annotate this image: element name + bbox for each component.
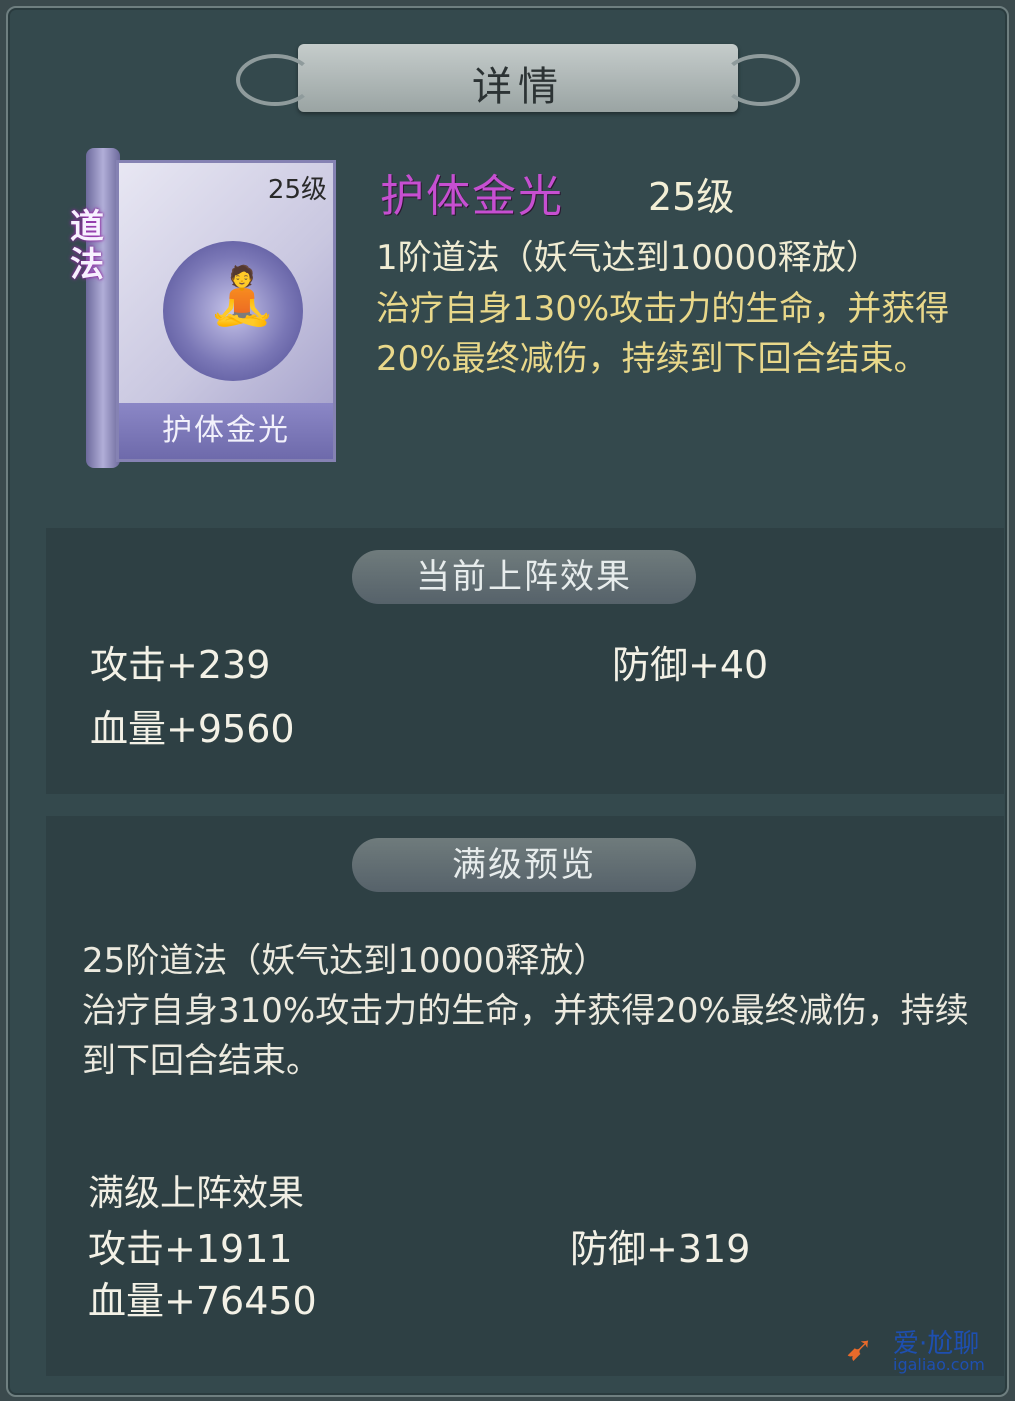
title-banner: 详情: [236, 44, 800, 112]
card-name-strip: 护体金光: [119, 403, 333, 459]
skill-level: 25级: [648, 175, 735, 219]
skill-card-art: 25级 🧘 护体金光: [116, 160, 336, 462]
current-attack: 攻击+239: [90, 643, 271, 687]
skill-type-seal: 道法: [70, 207, 104, 285]
current-effect-heading: 当前上阵效果: [352, 550, 696, 604]
cloud-ornament-right-icon: [722, 54, 800, 106]
meditating-figure-icon: 🧘: [207, 264, 277, 329]
preview-tier: 25阶道法（妖气达到10000释放）: [82, 941, 608, 981]
current-effect-section: 当前上阵效果 攻击+239 防御+40 血量+9560: [46, 528, 1004, 794]
detail-panel: 详情 25级 🧘 护体金光 道法 护体金光 25级 1阶道法（妖气达到10000…: [6, 6, 1009, 1397]
cloud-ornament-left-icon: [236, 54, 314, 106]
preview-description: 治疗自身310%攻击力的生命，并获得20%最终减伤，持续到下回合结束。: [82, 991, 969, 1081]
current-defense: 防御+40: [612, 643, 769, 687]
preview-heading: 满级预览: [352, 838, 696, 892]
skill-name: 护体金光: [380, 171, 564, 222]
skill-card: 25级 🧘 护体金光 道法: [70, 148, 336, 468]
current-hp: 血量+9560: [90, 707, 295, 751]
full-hp: 血量+76450: [88, 1279, 317, 1323]
full-level-preview-section: 满级预览 25阶道法（妖气达到10000释放） 治疗自身310%攻击力的生命，并…: [46, 816, 1004, 1376]
bird-logo-icon: ➹: [845, 1329, 874, 1369]
page-title: 详情: [472, 64, 564, 110]
watermark-line2: igaliao.com: [893, 1355, 985, 1374]
full-attack: 攻击+1911: [88, 1227, 293, 1271]
card-level-badge: 25级: [267, 175, 327, 205]
watermark: ➹ 爱·尬聊 igaliao.com: [845, 1323, 995, 1383]
scroll-rod: [86, 148, 120, 468]
card-name: 护体金光: [162, 413, 290, 448]
skill-description: 治疗自身130%攻击力的生命，并获得20%最终减伤，持续到下回合结束。: [376, 289, 950, 379]
full-defense: 防御+319: [570, 1227, 751, 1271]
full-effect-title: 满级上阵效果: [88, 1173, 305, 1214]
skill-tier: 1阶道法（妖气达到10000释放）: [376, 238, 880, 278]
